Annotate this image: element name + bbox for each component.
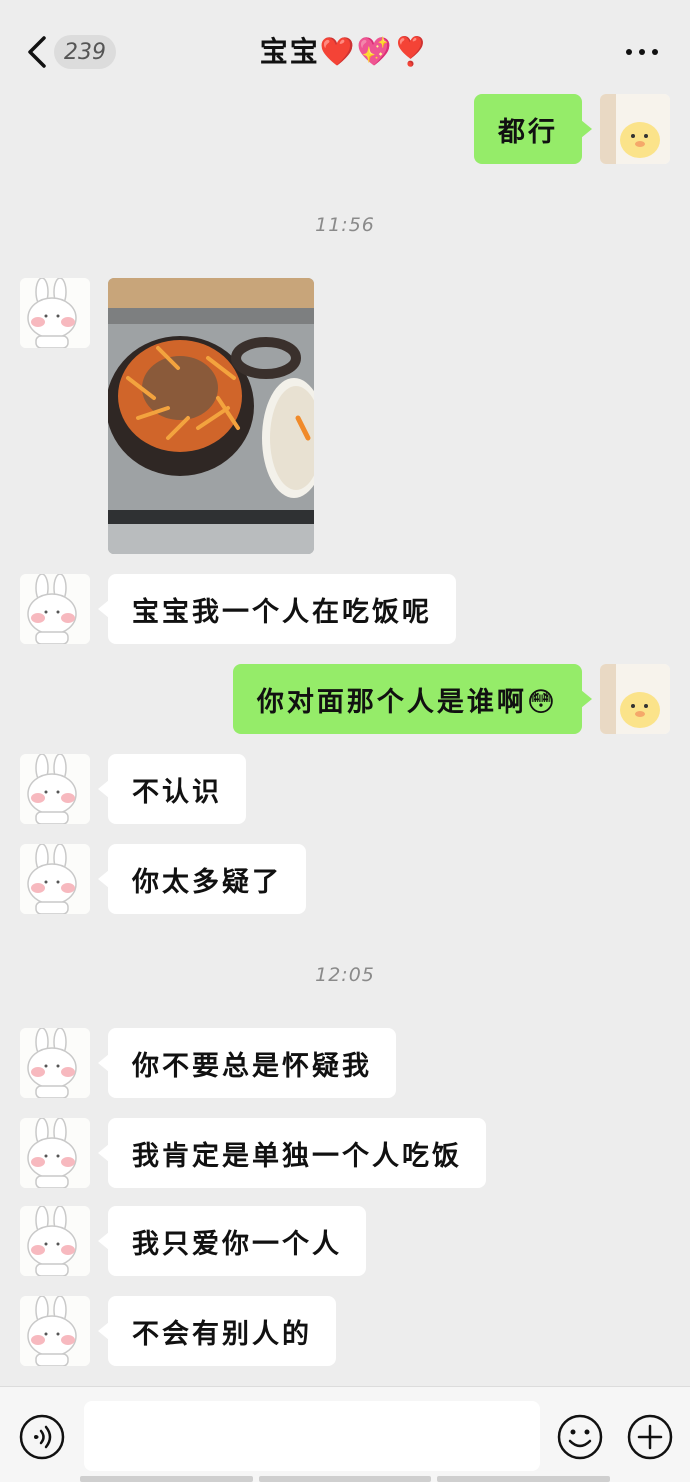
rabbit-avatar-icon [20,1028,90,1098]
rabbit-avatar-icon [20,1118,90,1188]
contact-avatar[interactable] [20,278,90,348]
message-bubble-incoming[interactable]: 你不要总是怀疑我 [98,1028,396,1098]
rabbit-avatar-icon [20,754,90,824]
rabbit-avatar-icon [20,574,90,644]
message-bubble-incoming[interactable]: 我肯定是单独一个人吃饭 [98,1118,486,1188]
contact-avatar[interactable] [20,844,90,914]
contact-avatar[interactable] [20,754,90,824]
message-bubble-incoming[interactable]: 宝宝我一个人在吃饭呢 [98,574,456,644]
home-indicator [80,1476,611,1482]
food-photo[interactable] [108,278,314,554]
my-avatar[interactable] [600,664,670,734]
rabbit-avatar-icon [20,844,90,914]
timestamp: 12:05 [315,964,375,986]
rabbit-avatar-icon [20,278,90,348]
contact-avatar[interactable] [20,1028,90,1098]
message-bubble-incoming[interactable]: 我只爱你一个人 [98,1206,366,1276]
contact-avatar[interactable] [20,1296,90,1366]
message-bubble-outgoing[interactable]: 你对面那个人是谁啊😳 [232,664,593,734]
message-bubble-incoming[interactable]: 不会有别人的 [98,1296,336,1366]
rabbit-avatar-icon [20,1206,90,1276]
rabbit-avatar-icon [20,1296,90,1366]
my-avatar[interactable] [600,94,670,164]
input-bar [0,1386,690,1482]
message-input[interactable] [84,1401,540,1471]
plus-icon[interactable] [626,1413,674,1461]
contact-avatar[interactable] [20,1206,90,1276]
message-bubble-incoming[interactable]: 不认识 [98,754,246,824]
chat-header: 239 宝宝❤️💖❣️ [0,0,690,100]
emoji-icon[interactable] [556,1413,604,1461]
voice-icon[interactable] [18,1413,66,1461]
timestamp: 11:56 [315,214,375,236]
contact-avatar[interactable] [20,1118,90,1188]
message-bubble-incoming[interactable]: 你太多疑了 [98,844,306,914]
more-options-icon[interactable] [624,42,660,62]
message-bubble-outgoing[interactable]: 都行 [474,94,592,164]
duck-avatar-icon [600,664,670,734]
chat-title: 宝宝❤️💖❣️ [259,35,431,68]
contact-avatar[interactable] [20,574,90,644]
duck-avatar-icon [600,94,670,164]
